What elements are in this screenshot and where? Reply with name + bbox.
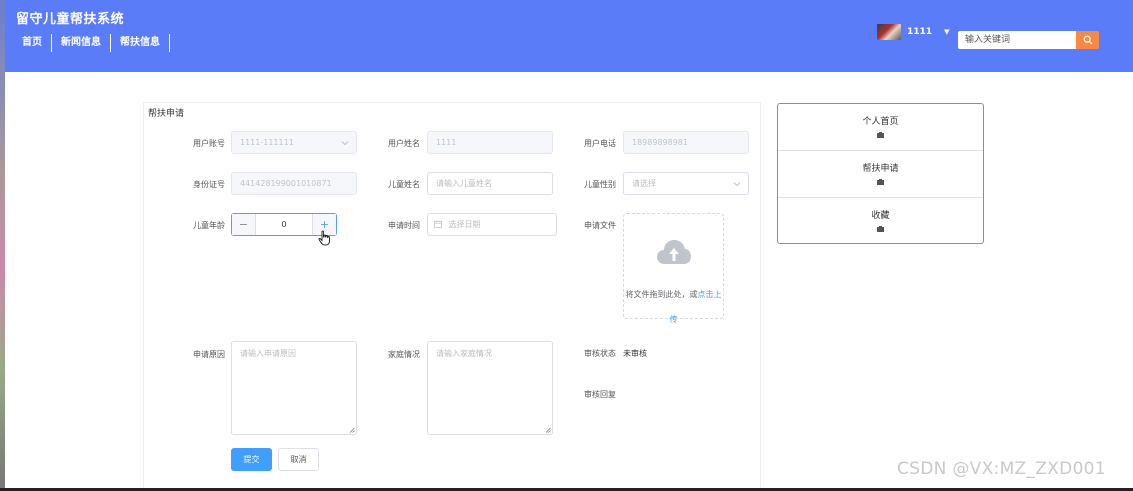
resize-handle-icon[interactable]: [545, 427, 551, 433]
side-item-favorites[interactable]: 收藏: [778, 198, 983, 245]
upload-hint: 将文件拖到此处，或点击上传: [625, 290, 722, 324]
child-age-value[interactable]: 0: [256, 214, 312, 235]
nav-item-news[interactable]: 新闻信息: [52, 34, 111, 52]
nav-item-aid-info[interactable]: 帮扶信息: [111, 34, 170, 52]
user-menu[interactable]: 1111 ▼: [877, 24, 949, 40]
side-item-personal-home[interactable]: 个人首页: [778, 104, 983, 151]
id-number-label: 身份证号: [193, 180, 225, 189]
main-nav: 首页 新闻信息 帮扶信息: [13, 34, 170, 52]
apply-time-label: 申请时间: [388, 221, 420, 230]
left-edge-strip: [0, 0, 5, 491]
watermark: CSDN @VX:MZ_ZXD001: [897, 459, 1106, 479]
page: 留守儿童帮扶系统 首页 新闻信息 帮扶信息 1111 ▼ 帮扶申请 用户账号 1…: [0, 0, 1133, 491]
search-button[interactable]: [1076, 31, 1099, 49]
reason-label: 申请原因: [193, 350, 225, 359]
cancel-button[interactable]: 取消: [278, 448, 319, 471]
caret-down-icon: ▼: [944, 28, 950, 36]
aid-application-form: 帮扶申请 用户账号 1111-111111 用户姓名 1111 用户电话 189…: [143, 102, 761, 491]
tag-icon: [877, 179, 884, 185]
submit-button[interactable]: 提交: [231, 448, 272, 471]
username: 1111: [907, 27, 933, 37]
id-number-field: 441428199001010871: [231, 172, 357, 195]
reason-textarea[interactable]: 请输入申请原因: [231, 341, 357, 435]
chevron-down-icon: [733, 182, 741, 187]
side-menu: 个人首页 帮扶申请 收藏: [777, 103, 984, 244]
site-title: 留守儿童帮扶系统: [16, 12, 125, 27]
apply-date-placeholder: 选择日期: [448, 220, 481, 229]
form-title: 帮扶申请: [148, 109, 185, 119]
nav-item-home[interactable]: 首页: [13, 34, 52, 52]
tag-icon: [877, 226, 884, 232]
file-upload-dropzone[interactable]: 将文件拖到此处，或点击上传: [623, 213, 724, 324]
hand-pointer-icon: [318, 230, 330, 246]
username-label: 用户姓名: [388, 139, 420, 148]
family-placeholder: 请输入家庭情况: [436, 349, 492, 358]
child-gender-select[interactable]: 请选择: [623, 172, 749, 195]
account-select: 1111-111111: [231, 131, 357, 154]
review-reply-label: 审核回复: [584, 390, 616, 399]
apply-file-label: 申请文件: [584, 221, 616, 230]
review-status-label: 审核状态: [584, 349, 616, 358]
calendar-icon: [434, 220, 442, 228]
reason-placeholder: 请输入申请原因: [240, 349, 296, 358]
child-gender-label: 儿童性别: [584, 180, 616, 189]
search-icon: [1083, 35, 1092, 45]
family-label: 家庭情况: [388, 350, 420, 359]
side-item-aid-application[interactable]: 帮扶申请: [778, 151, 983, 198]
resize-handle-icon[interactable]: [349, 427, 355, 433]
phone-value: 18989898981: [632, 138, 688, 147]
tag-icon: [877, 132, 884, 138]
family-textarea[interactable]: 请输入家庭情况: [427, 341, 553, 435]
id-number-value: 441428199001010871: [240, 179, 332, 188]
decrement-button[interactable]: −: [232, 214, 256, 235]
apply-date-picker[interactable]: 选择日期: [427, 213, 557, 236]
phone-label: 用户电话: [584, 139, 616, 148]
child-gender-placeholder: 请选择: [632, 179, 656, 188]
account-value: 1111-111111: [240, 138, 294, 147]
review-status-value: 未审核: [623, 349, 647, 358]
header: 留守儿童帮扶系统 首页 新闻信息 帮扶信息 1111 ▼: [5, 0, 1133, 72]
search-input[interactable]: [958, 31, 1076, 49]
child-name-placeholder: 请输入儿童姓名: [436, 179, 492, 188]
avatar: [877, 24, 901, 40]
cloud-upload-icon: [657, 240, 691, 264]
child-age-label: 儿童年龄: [193, 221, 225, 230]
child-name-input[interactable]: 请输入儿童姓名: [427, 172, 553, 195]
account-label: 用户账号: [193, 139, 225, 148]
username-value: 1111: [436, 138, 457, 147]
phone-field: 18989898981: [623, 131, 749, 154]
username-field: 1111: [427, 131, 553, 154]
chevron-down-icon: [341, 141, 349, 146]
child-name-label: 儿童姓名: [388, 180, 420, 189]
